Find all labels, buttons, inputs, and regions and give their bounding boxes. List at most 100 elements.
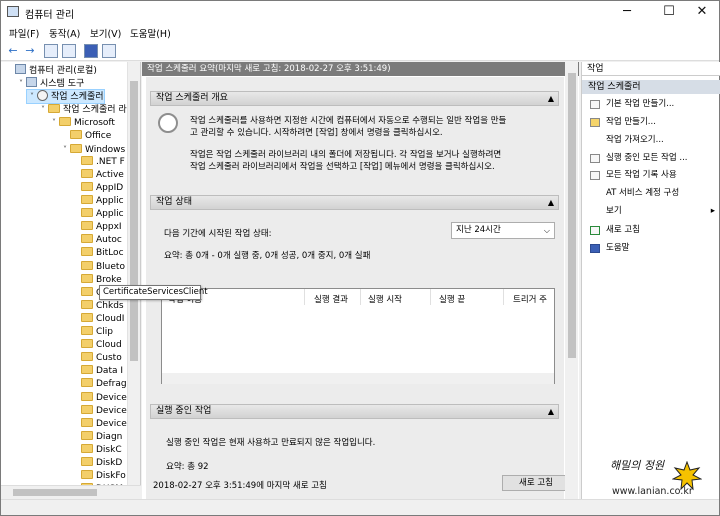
action-label: 기본 작업 만들기... — [606, 99, 675, 109]
expand-chevron-icon[interactable]: ˅ — [38, 103, 48, 116]
action-pane-icon[interactable] — [102, 44, 116, 58]
collapse-icon[interactable]: ▲ — [548, 405, 554, 418]
tree-item[interactable]: Office — [60, 129, 111, 143]
action-refresh[interactable]: 새로 고침 — [582, 224, 720, 237]
menu-file[interactable]: 파일(F) — [9, 26, 39, 40]
action-create-task[interactable]: 작업 만들기... — [582, 116, 720, 129]
folder-icon — [81, 430, 93, 440]
column-trigger[interactable]: 트리거 주 — [513, 293, 547, 305]
tree-item[interactable]: AppID — [71, 181, 123, 195]
tree-item-label: Applic — [96, 196, 124, 206]
menu-action[interactable]: 동작(A) — [49, 26, 80, 40]
status-bar — [1, 499, 719, 515]
tree-item-label: DiskD — [96, 458, 123, 468]
tree-item[interactable]: Device — [71, 391, 127, 405]
tree-item[interactable]: CloudI — [71, 312, 124, 326]
collapse-icon[interactable]: ▲ — [548, 196, 554, 209]
column-run-end[interactable]: 실행 끝 — [439, 293, 465, 305]
column-run-start[interactable]: 실행 시작 — [368, 293, 402, 305]
up-folder-icon[interactable] — [44, 44, 58, 58]
column-run-result[interactable]: 실행 결과 — [314, 293, 348, 305]
tree-item[interactable]: Blueto — [71, 260, 125, 274]
folder-icon — [70, 143, 82, 153]
folder-icon — [81, 443, 93, 453]
navigation-tree: 컴퓨터 관리(로컬) ˅ 시스템 도구 ˅ 작업 스케줄러 ˅ 작업 스케줄러 라 ˅ Micr… — [1, 62, 141, 499]
overview-text-2a: 작업은 작업 스케줄러 라이브러리 내의 폴더에 저장됩니다. 각 작업을 보거… — [190, 150, 502, 160]
period-dropdown[interactable]: 지난 24시간 ⌵ — [451, 222, 555, 239]
folder-icon — [81, 221, 93, 231]
folder-icon — [81, 391, 93, 401]
back-icon[interactable]: ← — [6, 44, 20, 58]
close-button[interactable]: ✕ — [685, 1, 719, 23]
actions-subheader[interactable]: 작업 스케줄러 — [582, 80, 720, 94]
expand-chevron-icon[interactable]: ˅ — [16, 77, 26, 90]
task-status-section-header[interactable]: 작업 상태 ▲ — [150, 195, 559, 210]
action-at-service-account[interactable]: AT 서비스 계정 구성 — [582, 187, 720, 200]
tree-item[interactable]: Cloud — [71, 339, 122, 352]
tree-item-label: 시스템 도구 — [40, 79, 85, 90]
watermark-title: 해밀의 정원 — [610, 459, 665, 472]
tree-scroll-thumb[interactable] — [130, 81, 138, 361]
tree-item[interactable]: DiskFo — [71, 470, 126, 483]
folder-icon — [81, 339, 93, 349]
overview-section-header[interactable]: 작업 스케줄러 개요 ▲ — [150, 91, 559, 106]
action-enable-history[interactable]: 모든 작업 기록 사용 — [582, 169, 720, 182]
tree-item[interactable]: ˅ 작업 스케줄러 — [26, 89, 105, 105]
tree-item-label: Defrag — [96, 379, 127, 390]
tree-item[interactable]: Defrag — [71, 378, 127, 391]
action-display-running-tasks[interactable]: 실행 중인 모든 작업 ... — [582, 152, 720, 165]
menu-help[interactable]: 도움말(H) — [130, 26, 171, 40]
tree-item[interactable]: Data I — [71, 365, 123, 378]
menu-view[interactable]: 보기(V) — [90, 26, 121, 40]
tree-hscroll-thumb[interactable] — [13, 489, 97, 496]
summary-scroll-thumb[interactable] — [568, 73, 576, 358]
tree-item-label: AppxI — [96, 222, 122, 233]
table-horizontal-scrollbar[interactable] — [162, 373, 554, 384]
maximize-button[interactable]: ☐ — [652, 1, 686, 23]
computer-management-icon — [7, 6, 19, 17]
action-create-basic-task[interactable]: 기본 작업 만들기... — [582, 98, 720, 111]
tree-item[interactable]: 컴퓨터 관리(로컬) — [5, 64, 97, 77]
tree-item[interactable]: Active — [71, 168, 124, 182]
tree-item[interactable]: AppxI — [71, 221, 122, 234]
tree-item[interactable]: Applic — [71, 195, 124, 208]
tree-item[interactable]: Device — [71, 417, 127, 431]
tree-item[interactable]: ˅ Windows — [60, 143, 125, 156]
action-label: 새로 고침 — [606, 225, 640, 235]
collapse-icon[interactable]: ▲ — [548, 92, 554, 105]
forward-icon[interactable]: → — [23, 44, 37, 58]
folder-icon — [81, 299, 93, 309]
overview-text-1b: 고 관리할 수 있습니다. 시작하려면 [작업] 창에서 명령을 클릭하십시오. — [190, 128, 443, 138]
tree-item[interactable]: Clip — [71, 326, 113, 339]
tree-item[interactable]: BitLoc — [71, 247, 124, 260]
expand-chevron-icon[interactable]: ˅ — [27, 90, 37, 103]
running-tasks-section-header[interactable]: 실행 중인 작업 ▲ — [150, 404, 559, 419]
tree-item[interactable]: Chkds — [71, 299, 124, 313]
tree-item[interactable]: Device — [71, 404, 127, 418]
tree-item[interactable]: Autoc — [71, 234, 122, 247]
tree-item[interactable]: DiskD — [71, 457, 122, 470]
folder-icon — [81, 260, 93, 270]
expand-chevron-icon[interactable]: ˅ — [49, 116, 59, 129]
help-icon[interactable] — [84, 44, 98, 58]
folder-icon — [81, 457, 93, 466]
column-separator — [360, 289, 361, 305]
tree-item[interactable]: Diagn — [71, 430, 122, 444]
tree-item[interactable]: .NET F — [71, 155, 125, 169]
refresh-button[interactable]: 새로 고침 — [502, 475, 570, 491]
tree-item-label: Microsoft — [74, 118, 115, 129]
action-help[interactable]: 도움말 — [582, 242, 720, 255]
show-hide-tree-icon[interactable] — [62, 44, 76, 58]
minimize-button[interactable]: ─ — [610, 1, 644, 23]
tree-item[interactable]: DiskC — [71, 443, 122, 457]
tree-item[interactable]: ˅ Microsoft — [49, 116, 115, 129]
tree-item[interactable]: ˅ 작업 스케줄러 라 — [38, 103, 127, 116]
folder-icon — [81, 312, 93, 322]
window-title: 컴퓨터 관리 — [25, 10, 75, 21]
action-view[interactable]: 보기 ▸ — [582, 205, 720, 218]
tree-item[interactable]: Applic — [71, 208, 124, 221]
tree-item[interactable]: Custo — [71, 352, 122, 365]
action-import-task[interactable]: 작업 가져오기... — [582, 134, 720, 147]
tree-item[interactable]: ˅ 시스템 도구 — [16, 77, 84, 90]
expand-chevron-icon[interactable]: ˅ — [60, 143, 70, 156]
